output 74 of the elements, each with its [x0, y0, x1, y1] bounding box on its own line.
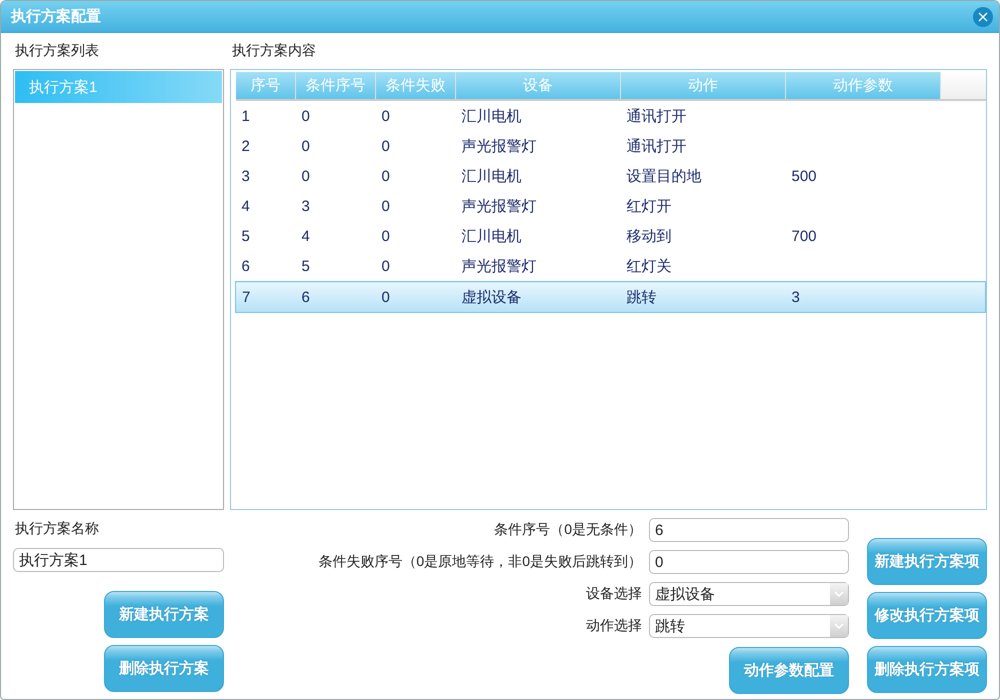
table-cell: 5: [296, 251, 376, 282]
table-cell-text: 汇川电机: [460, 166, 522, 186]
table-cell: 红灯关: [620, 251, 786, 282]
table-row[interactable]: 1 0 0 汇川电机 通讯打开: [236, 100, 986, 131]
table-cell-text: 声光报警灯: [460, 196, 538, 216]
table-cell-text: 3: [300, 196, 311, 216]
table-cell-text: 0: [380, 166, 391, 186]
table-cell-text: 5: [240, 226, 251, 246]
action-button[interactable]: 新建执行方案: [104, 591, 224, 638]
table-cell-text: 0: [300, 166, 311, 186]
table-row[interactable]: 4 3 0 声光报警灯 红灯开: [236, 191, 986, 221]
list-item[interactable]: 执行方案1: [15, 71, 222, 103]
table-heading: 执行方案内容: [232, 42, 316, 60]
action-button[interactable]: 修改执行方案项: [867, 592, 987, 639]
table-cell: 7: [236, 282, 296, 312]
table-cell-text: 0: [380, 136, 391, 156]
table-row[interactable]: 2 0 0 声光报警灯 通讯打开: [236, 131, 986, 161]
table-row[interactable]: 6 5 0 声光报警灯 红灯关: [236, 251, 986, 282]
action-button[interactable]: 新建执行方案项: [867, 538, 987, 585]
table-cell: 1: [236, 100, 296, 131]
input-field[interactable]: 0: [649, 550, 849, 574]
table-cell: 声光报警灯: [456, 251, 620, 282]
dropdown[interactable]: 跳转: [649, 614, 849, 638]
column-header[interactable]: 动作: [620, 72, 786, 100]
field-label: 执行方案名称: [15, 520, 99, 536]
table-cell-text: 3: [240, 166, 251, 186]
field-label: 动作选择: [586, 617, 642, 635]
table-cell-text: 通讯打开: [626, 136, 688, 156]
chevron-down-icon: [830, 615, 848, 637]
table-row[interactable]: 5 4 0 汇川电机 移动到 700: [236, 221, 986, 251]
table-cell-text: 声光报警灯: [460, 136, 538, 156]
table-cell: 0: [376, 282, 456, 312]
table-cell: 6: [236, 251, 296, 282]
column-header[interactable]: 设备: [456, 72, 620, 100]
action-button[interactable]: 删除执行方案项: [867, 646, 987, 693]
dropdown[interactable]: 虚拟设备: [649, 582, 849, 606]
table-row[interactable]: 7 6 0 虚拟设备 跳转 3: [236, 282, 986, 312]
chevron-down-icon: [830, 583, 848, 605]
table-cell-text: 汇川电机: [460, 226, 522, 246]
table-cell: 0: [296, 100, 376, 131]
list-heading: 执行方案列表: [15, 42, 99, 60]
input-field[interactable]: 执行方案1: [13, 548, 224, 572]
table-cell-text: 4: [240, 196, 251, 216]
action-button[interactable]: 删除执行方案: [104, 645, 224, 692]
table-cell-text: 2: [240, 136, 251, 156]
column-header[interactable]: 条件序号: [296, 72, 376, 100]
input-field[interactable]: 6: [649, 518, 849, 542]
column-header[interactable]: 序号: [236, 72, 296, 100]
table-cell-text: 0: [380, 226, 391, 246]
table-cell: 通讯打开: [620, 100, 786, 131]
table-cell-text: 移动到: [626, 226, 672, 246]
table-cell: 虚拟设备: [456, 282, 620, 312]
window-title: 执行方案配置: [11, 7, 101, 26]
field-label: 条件序号（0是无条件）: [494, 521, 642, 539]
table-cell: 6: [296, 282, 376, 312]
table-cell-text: 4: [300, 226, 311, 246]
table-cell: 3: [786, 282, 940, 312]
action-button[interactable]: 动作参数配置: [729, 647, 849, 694]
close-icon[interactable]: [973, 6, 993, 26]
table-row[interactable]: 3 0 0 汇川电机 设置目的地 500: [236, 161, 986, 191]
table-cell: 0: [376, 251, 456, 282]
table-cell: 汇川电机: [456, 100, 620, 131]
table-cell-text: 红灯开: [626, 196, 672, 216]
table-cell-text: 700: [790, 226, 818, 246]
column-header[interactable]: 动作参数: [786, 72, 940, 100]
table-cell-text: 设置目的地: [626, 166, 702, 186]
table-cell-text: 500: [790, 166, 818, 186]
field-label: 设备选择: [586, 585, 642, 603]
column-header[interactable]: 条件失败: [376, 72, 456, 100]
table-cell: 0: [376, 100, 456, 131]
table-cell-text: 0: [300, 136, 311, 156]
table-cell: 跳转: [620, 282, 786, 312]
field-label: 条件失败序号（0是原地等待，非0是失败后跳转到）: [318, 553, 642, 571]
table-cell-text: 0: [380, 196, 391, 216]
